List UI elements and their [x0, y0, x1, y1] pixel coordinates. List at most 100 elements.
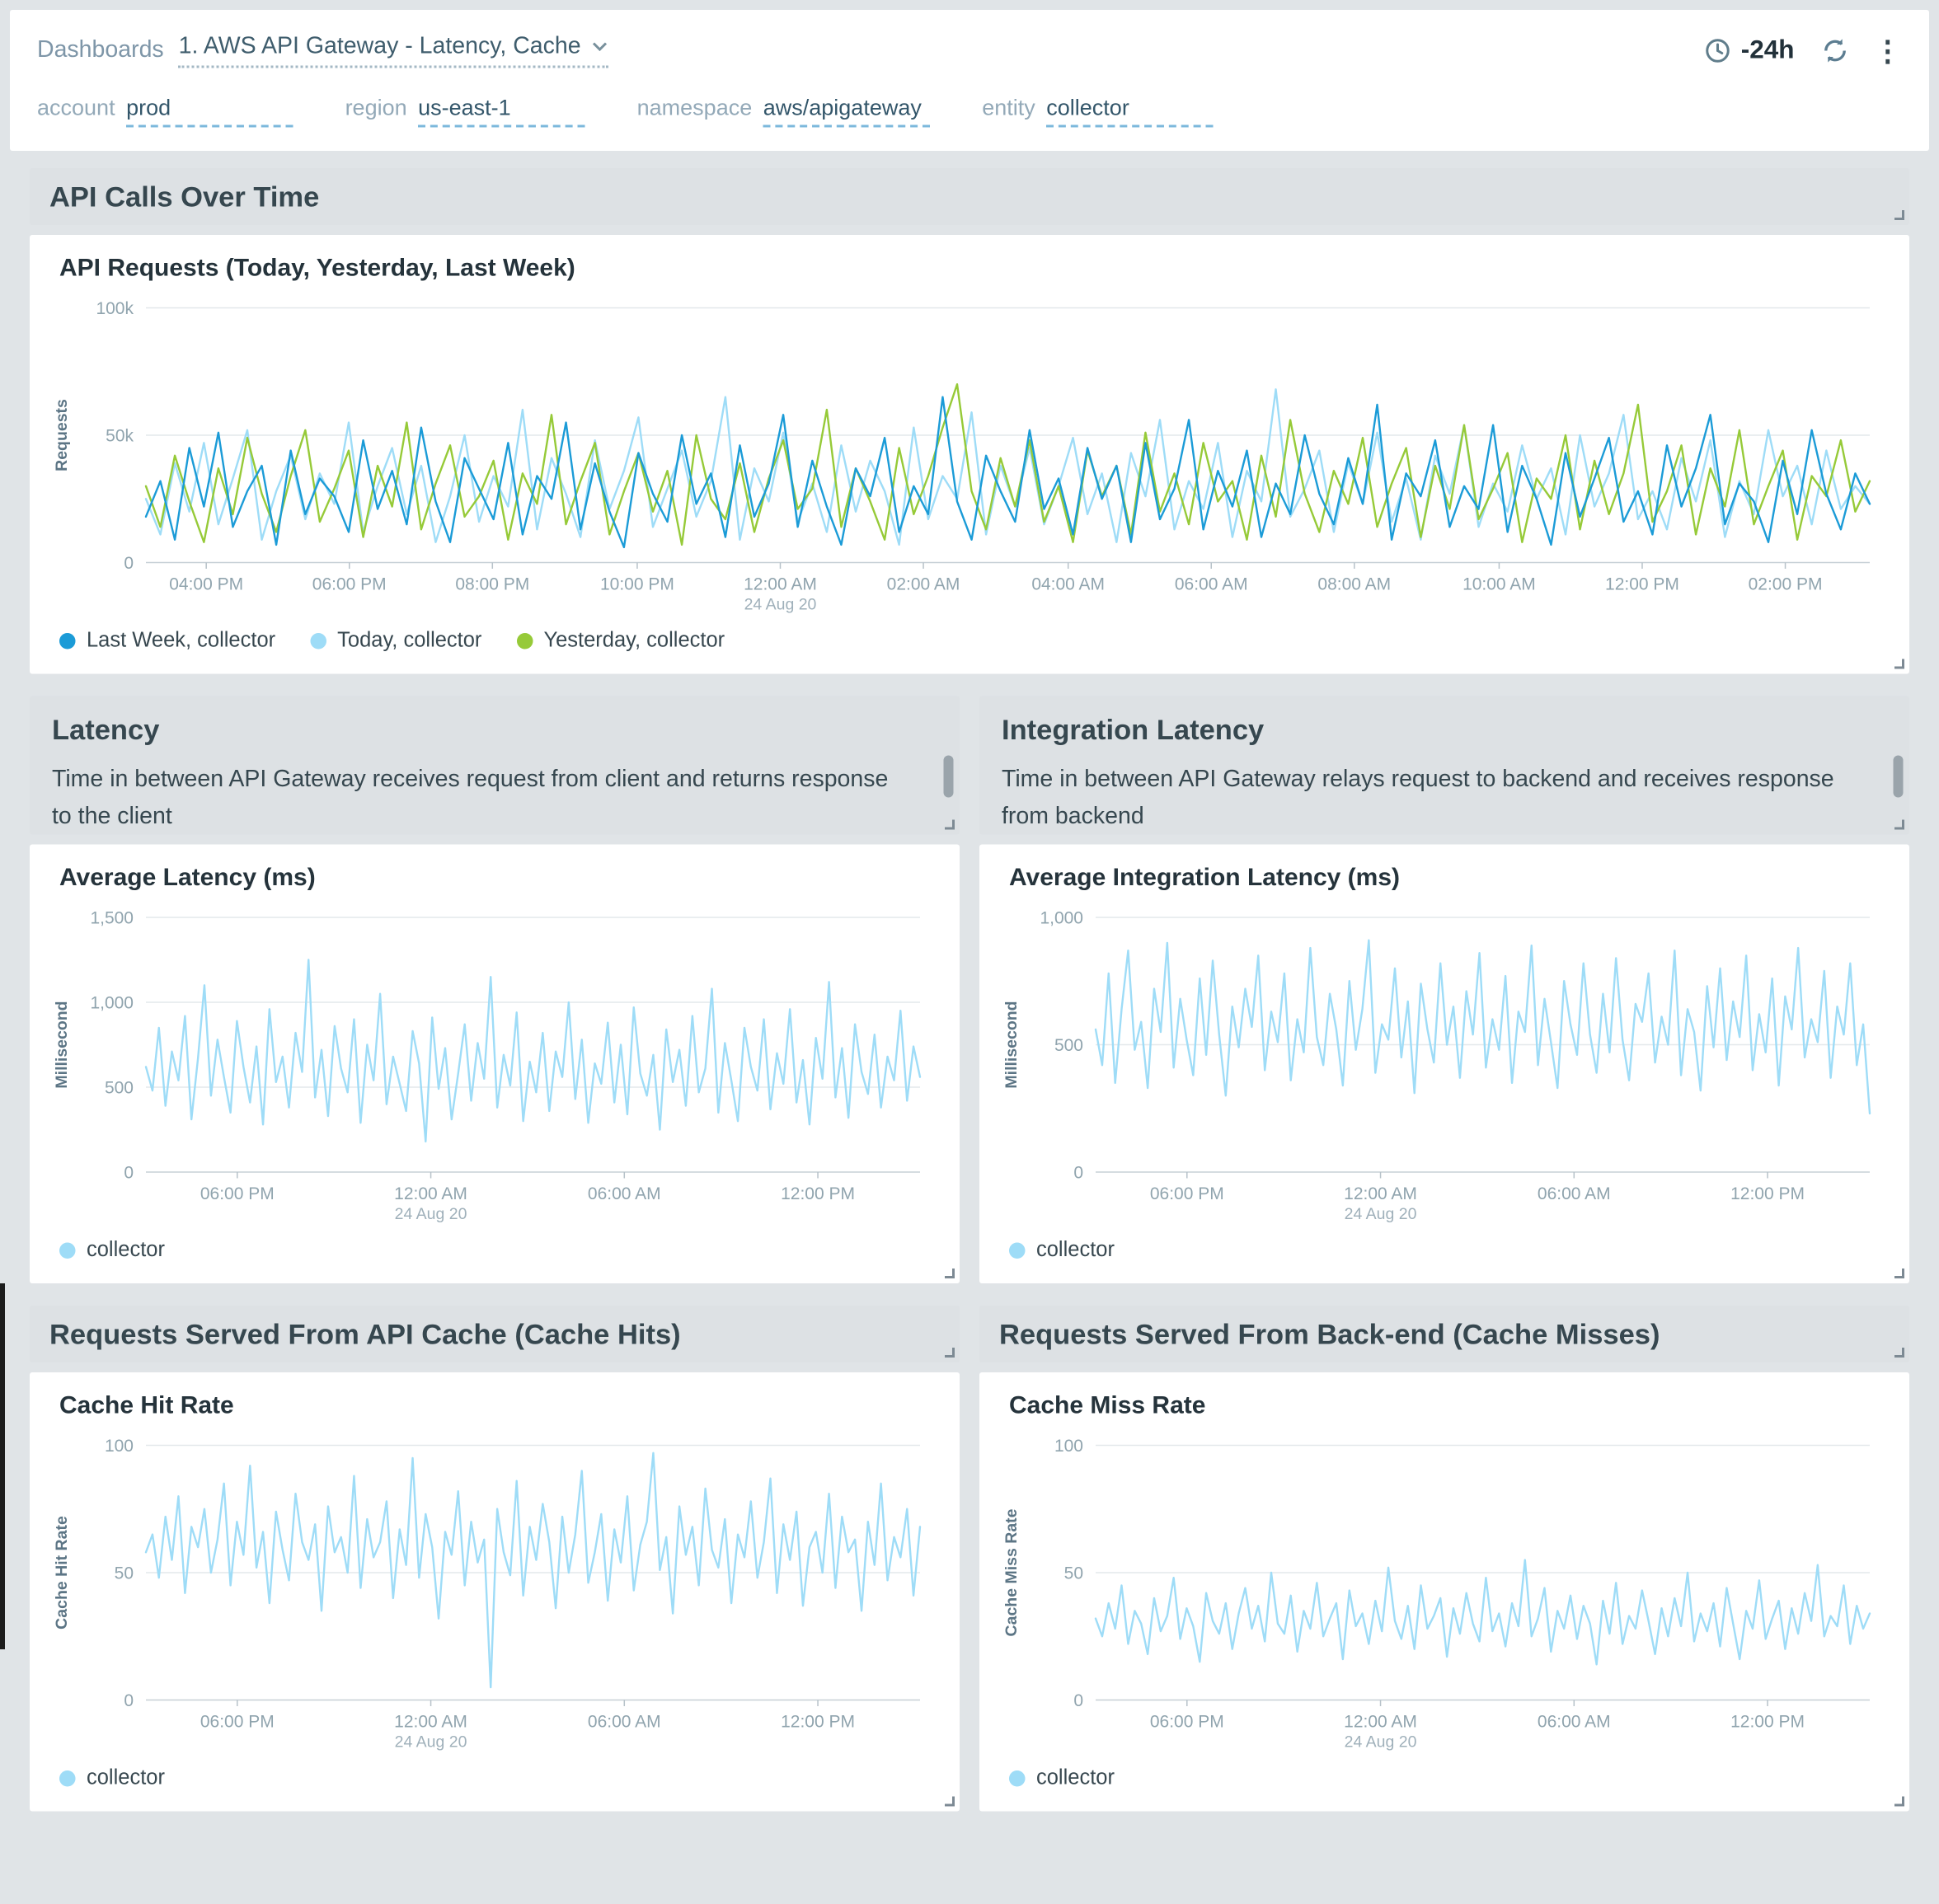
time-range-button[interactable]	[1699, 32, 1736, 69]
panel-header-cache-hits[interactable]: Requests Served From API Cache (Cache Hi…	[30, 1306, 960, 1362]
resize-handle-icon[interactable]	[945, 820, 955, 830]
panel-header-api-calls[interactable]: API Calls Over Time	[30, 168, 1909, 225]
resize-handle-icon[interactable]	[1894, 1348, 1904, 1358]
panel-description: Time in between API Gateway receives req…	[52, 762, 937, 835]
svg-text:06:00 PM: 06:00 PM	[200, 1184, 275, 1203]
legend-item[interactable]: Last Week, collector	[59, 628, 275, 653]
average-integration-latency-chart[interactable]: 05001,00006:00 PM12:00 AM24 Aug 2006:00 …	[999, 898, 1890, 1229]
dashboard-content: API Calls Over Time API Requests (Today,…	[10, 151, 1929, 1846]
legend-label: Yesterday, collector	[543, 628, 725, 653]
filter-region-label: region	[345, 96, 407, 122]
filter-namespace-value[interactable]: aws/apigateway	[763, 96, 931, 128]
svg-text:50: 50	[1064, 1564, 1083, 1583]
resize-handle-icon[interactable]	[945, 1269, 955, 1278]
legend-dot-icon	[1009, 1242, 1026, 1259]
svg-text:06:00 PM: 06:00 PM	[200, 1713, 275, 1732]
panel-title: Requests Served From Back-end (Cache Mis…	[999, 1317, 1660, 1351]
svg-text:100: 100	[105, 1437, 134, 1456]
svg-text:50: 50	[115, 1564, 134, 1583]
chart-title: Cache Miss Rate	[1009, 1392, 1890, 1421]
svg-text:10:00 AM: 10:00 AM	[1462, 575, 1536, 594]
resize-handle-icon[interactable]	[945, 1348, 955, 1358]
legend-label: collector	[87, 1766, 165, 1790]
chart-card-api-requests: API Requests (Today, Yesterday, Last Wee…	[30, 235, 1909, 674]
chart-title: API Requests (Today, Yesterday, Last Wee…	[59, 255, 1890, 284]
legend-item[interactable]: Today, collector	[310, 628, 481, 653]
legend-item[interactable]: collector	[59, 1238, 165, 1263]
panel-title: Latency	[52, 714, 937, 748]
resize-handle-icon[interactable]	[945, 1797, 955, 1807]
api-requests-chart[interactable]: 050k100k04:00 PM06:00 PM08:00 PM10:00 PM…	[49, 288, 1890, 620]
panel-header-latency[interactable]: Latency Time in between API Gateway rece…	[30, 696, 960, 835]
chart-card-cache-hit-rate: Cache Hit Rate 0 50 100 06:00 PM 12:00 AM24 …	[30, 1372, 960, 1812]
api-requests-legend: Last Week, collector Today, collector Yest…	[59, 625, 1890, 657]
filter-account: account prod	[37, 96, 293, 128]
legend-dot-icon	[59, 632, 76, 649]
svg-text:100: 100	[1054, 1437, 1083, 1456]
resize-handle-icon[interactable]	[1894, 659, 1904, 669]
scrollbar-thumb[interactable]	[1894, 756, 1904, 798]
svg-text:12:00 PM: 12:00 PM	[1605, 575, 1679, 594]
legend-item[interactable]: collector	[59, 1766, 165, 1790]
legend-label: Last Week, collector	[87, 628, 275, 653]
svg-text:12:00 AM: 12:00 AM	[394, 1713, 467, 1732]
svg-text:Cache Hit Rate: Cache Hit Rate	[53, 1516, 71, 1630]
svg-text:Millisecond: Millisecond	[53, 1001, 71, 1088]
legend-item[interactable]: collector	[1009, 1766, 1115, 1790]
svg-text:06:00 AM: 06:00 AM	[1538, 1713, 1611, 1732]
kebab-menu-button[interactable]: ⋮	[1874, 36, 1903, 65]
filter-entity-label: entity	[982, 96, 1035, 122]
scrollbar-thumb[interactable]	[944, 756, 954, 798]
svg-text:06:00 PM: 06:00 PM	[1150, 1184, 1224, 1203]
svg-text:24 Aug 20: 24 Aug 20	[395, 1733, 467, 1752]
chart-card-average-integration-latency: Average Integration Latency (ms) 05001,0…	[979, 845, 1909, 1284]
svg-text:06:00 PM: 06:00 PM	[312, 575, 387, 594]
cache-hit-rate-chart[interactable]: 05010006:00 PM12:00 AM24 Aug 2006:00 AM1…	[49, 1426, 940, 1757]
svg-text:Requests: Requests	[53, 399, 71, 471]
cache-miss-rate-chart[interactable]: 05010006:00 PM12:00 AM24 Aug 2006:00 AM1…	[999, 1426, 1890, 1757]
resize-handle-icon[interactable]	[1894, 1797, 1904, 1807]
clock-icon	[1702, 36, 1732, 66]
resize-handle-icon[interactable]	[1894, 1269, 1904, 1278]
average-latency-chart[interactable]: 05001,0001,50006:00 PM12:00 AM24 Aug 200…	[49, 898, 940, 1229]
svg-text:Millisecond: Millisecond	[1002, 1001, 1021, 1088]
svg-text:06:00 AM: 06:00 AM	[588, 1713, 661, 1732]
legend-item[interactable]: collector	[1009, 1238, 1115, 1263]
svg-text:0: 0	[124, 554, 134, 573]
average-latency-legend: collector	[59, 1234, 940, 1266]
dashboard-selector[interactable]: 1. AWS API Gateway - Latency, Cache	[179, 34, 608, 68]
filter-region-value[interactable]: us-east-1	[418, 96, 585, 128]
svg-text:02:00 PM: 02:00 PM	[1749, 575, 1823, 594]
resize-handle-icon[interactable]	[1894, 820, 1904, 830]
svg-text:0: 0	[124, 1691, 134, 1710]
filter-entity-value[interactable]: collector	[1046, 96, 1214, 128]
filter-account-value[interactable]: prod	[126, 96, 293, 128]
legend-dot-icon	[310, 632, 326, 649]
panel-title: Integration Latency	[1002, 714, 1887, 748]
svg-text:0: 0	[1073, 1691, 1083, 1710]
panel-header-cache-misses[interactable]: Requests Served From Back-end (Cache Mis…	[979, 1306, 1909, 1362]
panel-header-integration-latency[interactable]: Integration Latency Time in between API …	[979, 696, 1909, 835]
legend-dot-icon	[1009, 1770, 1026, 1786]
svg-text:24 Aug 20: 24 Aug 20	[1345, 1733, 1417, 1752]
svg-text:0: 0	[124, 1164, 134, 1183]
panel-title: API Calls Over Time	[49, 180, 319, 213]
svg-text:24 Aug 20: 24 Aug 20	[744, 596, 817, 614]
refresh-button[interactable]	[1817, 32, 1854, 69]
svg-text:500: 500	[1054, 1036, 1083, 1055]
legend-item[interactable]: Yesterday, collector	[516, 628, 725, 653]
svg-text:1,500: 1,500	[90, 909, 134, 928]
page-scrollbar[interactable]	[0, 1283, 5, 1649]
filter-account-label: account	[37, 96, 115, 122]
chart-title: Average Latency (ms)	[59, 865, 940, 893]
svg-text:12:00 AM: 12:00 AM	[394, 1184, 467, 1203]
resize-handle-icon[interactable]	[1894, 210, 1904, 220]
refresh-icon	[1820, 36, 1850, 66]
svg-text:06:00 PM: 06:00 PM	[1150, 1713, 1224, 1732]
svg-text:12:00 AM: 12:00 AM	[1344, 1713, 1417, 1732]
svg-text:12:00 AM: 12:00 AM	[1344, 1184, 1417, 1203]
svg-text:04:00 PM: 04:00 PM	[169, 575, 243, 594]
breadcrumb-dashboards[interactable]: Dashboards	[37, 37, 164, 64]
svg-text:04:00 AM: 04:00 AM	[1031, 575, 1105, 594]
svg-text:0: 0	[1073, 1164, 1083, 1183]
